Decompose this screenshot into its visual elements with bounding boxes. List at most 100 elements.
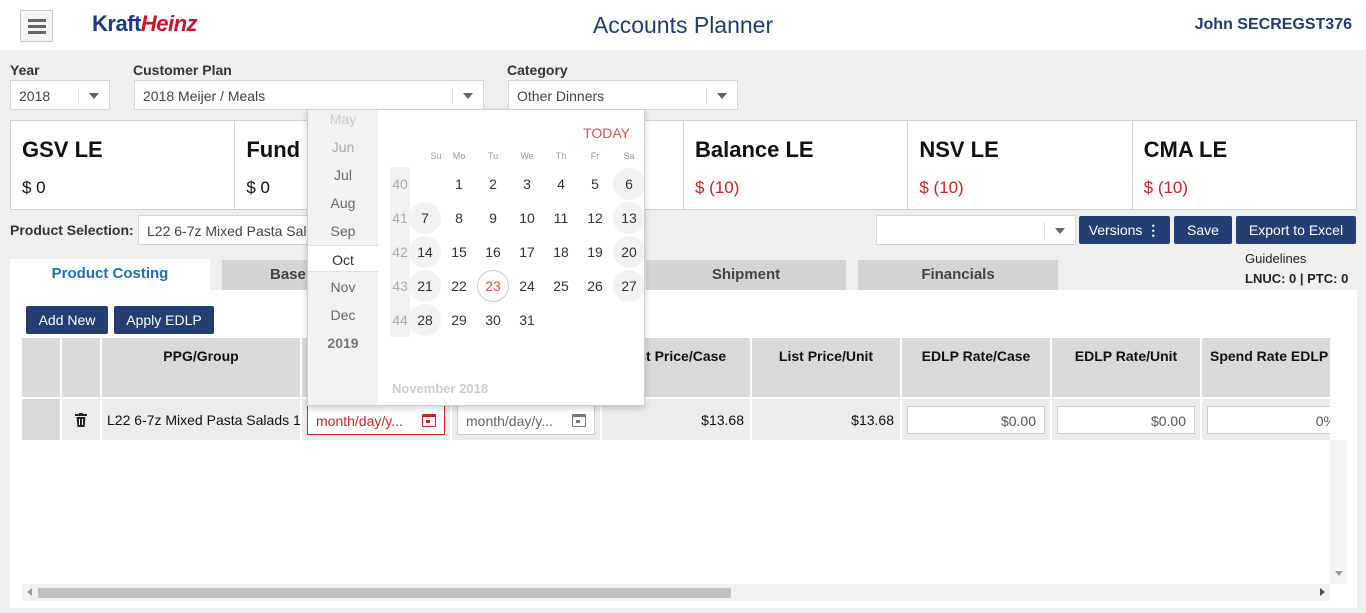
add-new-button[interactable]: Add New [26,306,108,334]
calendar-day[interactable]: 21 [409,270,441,302]
month-item[interactable]: May [308,111,378,127]
kpi-value: $ (10) [694,178,740,197]
calendar-day[interactable]: 16 [477,236,509,268]
weekday-label: Fr [590,151,600,161]
year-label: Year [10,62,40,78]
grid-header-list-price-unit[interactable]: List Price/Unit [752,338,900,397]
category-select[interactable]: Other Dinners [508,80,738,110]
calendar-day[interactable]: 12 [579,202,611,234]
calendar-day[interactable]: 2 [477,168,509,200]
export-excel-button[interactable]: Export to Excel [1236,216,1356,244]
month-item-selected[interactable]: Oct [308,245,378,272]
kpi-title: NSV LE [919,137,999,162]
calendar-day[interactable]: 1 [443,168,475,200]
calendar-day[interactable]: 14 [409,236,441,268]
weekday-label: We [520,151,534,161]
grid-header-select [22,338,60,397]
month-item[interactable]: Aug [308,195,378,211]
year-item[interactable]: 2019 [308,335,378,351]
kpi-balance-le: Balance LE $ (10) [684,121,909,209]
month-item[interactable]: Jul [308,167,378,183]
calendar-day[interactable]: 11 [545,202,577,234]
calendar-day[interactable]: 13 [613,202,644,234]
product-selection-label: Product Selection: [10,222,134,238]
row-select-cell[interactable] [22,399,60,440]
calendar-day[interactable]: 27 [613,270,644,302]
calendar-icon[interactable] [422,414,436,427]
calendar-day[interactable]: 28 [409,304,441,336]
calendar-day[interactable]: 22 [443,270,475,302]
month-item[interactable]: Nov [308,279,378,295]
grid-header-edlp-rate-case[interactable]: EDLP Rate/Case [902,338,1050,397]
calendar-day[interactable]: 4 [545,168,577,200]
row-list-price-unit-cell: $13.68 [752,399,900,440]
week-number: 40 [390,167,410,201]
end-date-input[interactable]: month/day/y... [457,405,595,435]
kpi-title: Balance LE [694,137,814,162]
calendar-day-today[interactable]: 23 [477,270,509,302]
scroll-left-icon[interactable] [27,588,32,596]
week-number: 42 [390,235,410,269]
start-date-input[interactable]: month/day/y... [307,405,445,435]
versions-button[interactable]: Versions ⋮ [1079,216,1170,244]
calendar-day[interactable]: 31 [511,304,543,336]
version-select[interactable] [876,215,1076,245]
calendar-day[interactable]: 5 [579,168,611,200]
kpi-value: $ (10) [1143,178,1189,197]
today-button[interactable]: TODAY [583,125,630,141]
weekday-label: Su [430,151,442,161]
trash-icon[interactable] [75,413,87,427]
tab-product-costing[interactable]: Product Costing [10,259,210,290]
tab-shipment[interactable]: Shipment [646,260,846,290]
tab-financials[interactable]: Financials [858,260,1058,290]
calendar-day[interactable]: 7 [409,202,441,234]
calendar-day[interactable]: 29 [443,304,475,336]
next-month-label: November 2018 [392,381,489,396]
product-costing-grid: PPG/Group List Price/Case List Price/Uni… [22,338,1330,440]
calendar-day[interactable]: 18 [545,236,577,268]
kpi-value: $ 0 [22,178,46,197]
calendar-day[interactable]: 24 [511,270,543,302]
vertical-scrollbar[interactable] [1330,440,1347,584]
row-action-cell [62,399,100,440]
month-item[interactable]: Sep [308,223,378,239]
grid-header-spend-rate-edlp[interactable]: Spend Rate EDLP [1202,338,1330,397]
calendar-day[interactable]: 15 [443,236,475,268]
grid-header-ppg[interactable]: PPG/Group [102,338,300,397]
calendar-day[interactable]: 25 [545,270,577,302]
grid-header-edlp-rate-unit[interactable]: EDLP Rate/Unit [1052,338,1200,397]
app-header: KraftHeinz Accounts Planner John SECREGS… [0,0,1366,50]
week-number: 44 [390,303,410,337]
spend-rate-input[interactable]: 0% [1207,406,1330,434]
month-item[interactable]: Jun [308,139,378,155]
date-picker-popup: May Jun Jul Aug Sep Oct Nov Dec 2019 TOD… [307,109,645,406]
guidelines-values: LNUC: 0 | PTC: 0 [1245,271,1349,286]
customer-plan-label: Customer Plan [133,62,232,78]
calendar-day[interactable]: 30 [477,304,509,336]
category-label: Category [507,62,568,78]
month-item[interactable]: Dec [308,307,378,323]
customer-plan-select[interactable]: 2018 Meijer / Meals [134,80,484,110]
row-ppg-cell: L22 6-7z Mixed Pasta Salads 1 [102,399,300,440]
calendar-day[interactable]: 20 [613,236,644,268]
calendar-day[interactable]: 6 [613,168,644,200]
calendar-day[interactable]: 9 [477,202,509,234]
save-button[interactable]: Save [1174,216,1232,244]
edlp-rate-unit-input[interactable]: $0.00 [1057,406,1195,434]
scroll-down-icon[interactable] [1335,571,1343,576]
apply-edlp-button[interactable]: Apply EDLP [114,306,214,334]
calendar-day[interactable]: 8 [443,202,475,234]
calendar-day[interactable]: 17 [511,236,543,268]
scroll-right-icon[interactable] [1320,588,1325,596]
row-edlp-rate-case-cell: $0.00 [902,399,1050,440]
edlp-rate-case-input[interactable]: $0.00 [907,406,1045,434]
calendar-day[interactable]: 10 [511,202,543,234]
calendar-day[interactable]: 19 [579,236,611,268]
user-name[interactable]: John SECREGST376 [1195,16,1352,34]
year-select[interactable]: 2018 [10,80,110,110]
calendar-icon[interactable] [572,414,586,427]
calendar-day[interactable]: 3 [511,168,543,200]
calendar-day[interactable]: 26 [579,270,611,302]
month-list[interactable]: May Jun Jul Aug Sep Oct Nov Dec 2019 [308,110,378,405]
horizontal-scroll-thumb[interactable] [38,588,731,598]
